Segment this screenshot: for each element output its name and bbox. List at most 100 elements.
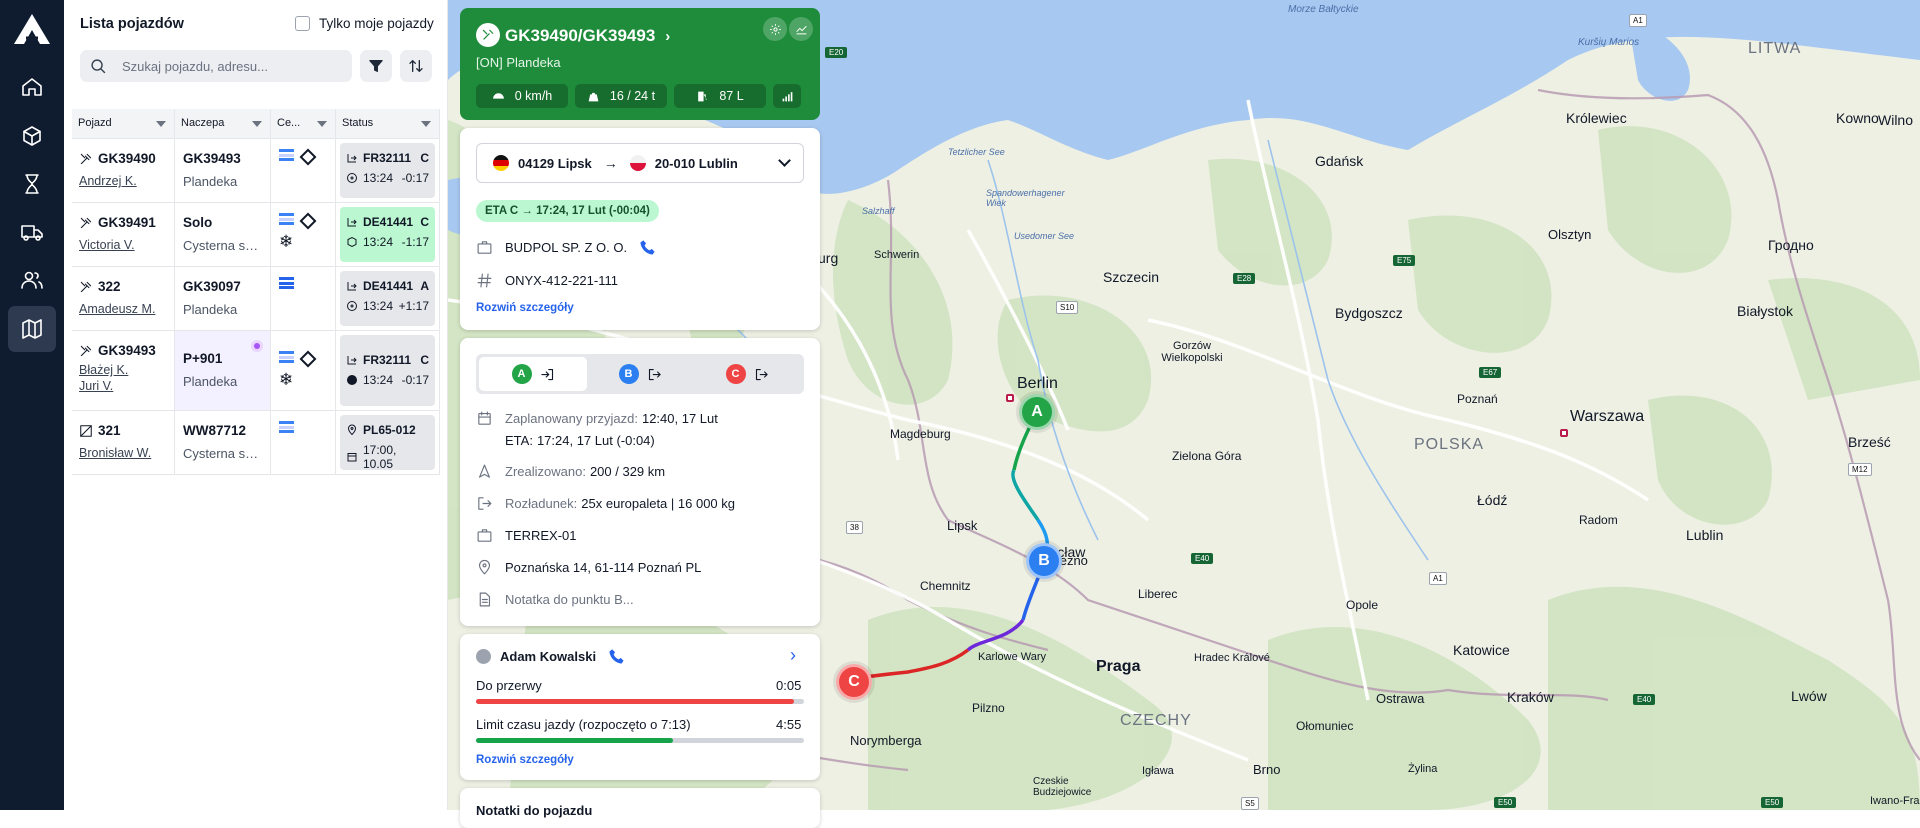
- nav-vehicles-button[interactable]: [8, 209, 56, 255]
- driver-link[interactable]: Błażej K.: [79, 362, 167, 378]
- unload-icon: [347, 154, 357, 163]
- chevron-down-icon: [421, 121, 431, 127]
- driver-row[interactable]: Adam Kowalski: [476, 648, 637, 665]
- checkbox-box[interactable]: [295, 16, 310, 31]
- status-code: DE41441: [363, 279, 414, 293]
- vehicle-title: GK39490/GK39493: [505, 26, 656, 45]
- map-label: Królewiec: [1566, 110, 1627, 126]
- status-badge[interactable]: PL65-012 17:00, 10.05: [340, 415, 435, 471]
- only-mine-checkbox[interactable]: Tylko moje pojazdy: [295, 16, 434, 31]
- client-name: TERREX-01: [505, 528, 577, 543]
- eta-row: ETA: 17:24, 17 Lut (-0:04): [505, 433, 655, 448]
- chevron-right-icon[interactable]: ›: [790, 645, 796, 666]
- route-pin-a[interactable]: A: [1019, 394, 1055, 430]
- route-pin-b[interactable]: B: [1026, 543, 1062, 579]
- trailer-plate: P+901: [183, 351, 223, 366]
- settings-button[interactable]: [763, 17, 787, 41]
- nav-orders-button[interactable]: [8, 113, 56, 159]
- column-vehicle-label: Pojazd: [78, 117, 112, 129]
- expand-driver-link[interactable]: Rozwiń szczegóły: [476, 754, 574, 766]
- map-label: POLSKA: [1414, 436, 1485, 453]
- road-shield: E28: [1233, 273, 1256, 284]
- adr-icon: [299, 350, 317, 368]
- signal-pill: [773, 84, 801, 108]
- location-pin-icon: [478, 559, 491, 575]
- route-pin-c[interactable]: C: [836, 664, 872, 700]
- unload-label: Rozładunek:: [505, 496, 578, 511]
- chevron-down-icon: [317, 121, 327, 127]
- trailer-plate: GK39493: [183, 151, 241, 166]
- map-label: Białystok: [1737, 303, 1794, 319]
- map-label: Zielona Góra: [1172, 449, 1242, 463]
- trailer-plate: GK39097: [183, 279, 241, 294]
- vehicle-list-title: Lista pojazdów: [80, 16, 184, 32]
- column-status[interactable]: Status: [336, 109, 440, 139]
- route-selector[interactable]: 04129 Lipsk → 20-010 Lublin: [476, 143, 804, 183]
- unload-icon: [347, 282, 357, 291]
- status-badge[interactable]: FR32111 C 13:24 -0:17: [340, 143, 435, 198]
- column-features[interactable]: Ce...: [271, 109, 336, 139]
- vehicle-title-link[interactable]: GK39490/GK39493 ›: [505, 26, 670, 46]
- table-row[interactable]: GK39493 Błażej K. Juri V. P+901 Plandeka ❄ …: [72, 331, 440, 411]
- planned-row: Zaplanowany przyjazd: 12:40, 17 Lut: [476, 410, 718, 427]
- column-trailer[interactable]: Naczepa: [175, 109, 271, 139]
- tarp-icon: [279, 213, 294, 225]
- note-row[interactable]: Notatka do punktu B...: [476, 591, 634, 608]
- status-badge[interactable]: FR32111 C 13:24 -0:17: [340, 335, 435, 406]
- address-row: Poznańska 14, 61-114 Poznań PL: [476, 559, 701, 576]
- trailer-type: Cysterna sp...: [183, 238, 262, 253]
- users-icon: [21, 271, 43, 289]
- status-time: 13:24: [363, 373, 394, 387]
- filter-button[interactable]: [360, 50, 392, 82]
- vehicle-detail-panel: GK39490/GK39493 › [ON] Plandeka 0 km/h 16…: [460, 0, 820, 828]
- status-badge[interactable]: DE41441 A 13:24 +1:17: [340, 271, 435, 326]
- tools-icon: [80, 217, 92, 228]
- nav-time-button[interactable]: [8, 161, 56, 207]
- driver-link[interactable]: Andrzej K.: [79, 173, 167, 189]
- adr-icon: [299, 148, 317, 166]
- tab-stop-b[interactable]: B: [586, 357, 694, 391]
- driver-link[interactable]: Victoria V.: [79, 237, 167, 253]
- logout-icon: [755, 368, 768, 380]
- tab-stop-c[interactable]: C: [693, 357, 801, 391]
- chevron-down-icon: [778, 154, 791, 167]
- status-time: 13:24: [363, 235, 394, 249]
- poland-flag-icon: [629, 155, 646, 171]
- driver-link[interactable]: Amadeusz M.: [79, 301, 167, 317]
- sort-button[interactable]: [400, 50, 432, 82]
- driver-link[interactable]: Bronisław W.: [79, 445, 167, 461]
- status-badge[interactable]: DE41441 C 13:24 -1:17: [340, 207, 435, 262]
- table-row[interactable]: GK39490 Andrzej K. GK39493 Plandeka FR3211…: [72, 139, 440, 203]
- nav-drivers-button[interactable]: [8, 257, 56, 303]
- table-row[interactable]: 321 Bronisław W. WW87712 Cysterna sp... PL…: [72, 411, 440, 475]
- expand-route-link[interactable]: Rozwiń szczegóły: [476, 302, 574, 314]
- arrow-right-icon: →: [603, 155, 618, 171]
- table-row[interactable]: GK39491 Victoria V. Solo Cysterna sp... ❄ …: [72, 203, 440, 267]
- table-header: Pojazd Naczepa Ce... Status: [72, 109, 440, 139]
- road-shield: A1: [1629, 14, 1647, 27]
- unload-row: Rozładunek: 25x europaleta | 16 000 kg: [476, 495, 735, 512]
- column-status-label: Status: [342, 117, 374, 129]
- driver-link[interactable]: Juri V.: [79, 378, 167, 394]
- road-shield: A1: [1429, 572, 1447, 585]
- logout-icon: [478, 497, 492, 510]
- nav-map-button[interactable]: [8, 306, 56, 352]
- eta-value: 17:24, 17 Lut (-0:04): [536, 433, 655, 448]
- home-icon: [22, 78, 42, 96]
- chart-button[interactable]: [789, 17, 813, 41]
- app-logo-icon[interactable]: [12, 12, 52, 46]
- status-code: DE41441: [363, 215, 414, 229]
- status-time: 17:00, 10.05: [363, 443, 397, 471]
- notification-dot: [251, 340, 263, 352]
- route-to: 20-010 Lublin: [654, 155, 738, 171]
- nav-home-button[interactable]: [8, 64, 56, 110]
- tarp-icon: [279, 149, 294, 161]
- column-vehicle[interactable]: Pojazd: [72, 109, 175, 139]
- company-name: BUDPOL SP. Z O. O.: [505, 240, 628, 255]
- map-label: Kraków: [1507, 689, 1554, 705]
- table-row[interactable]: 322 Amadeusz M. GK39097 Plandeka DE41441 A …: [72, 267, 440, 331]
- vehicle-search-input[interactable]: Szukaj pojazdu, adresu...: [80, 50, 352, 82]
- phone-icon[interactable]: [639, 239, 656, 256]
- phone-icon[interactable]: [608, 648, 625, 665]
- tab-stop-a[interactable]: A: [479, 357, 587, 391]
